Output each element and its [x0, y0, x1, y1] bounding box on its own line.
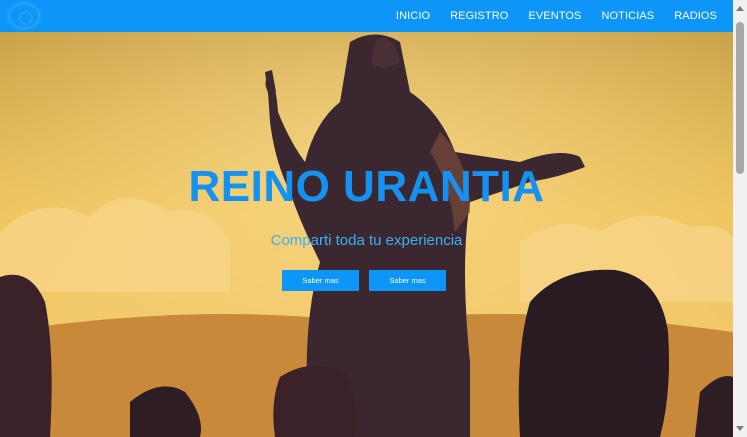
- scroll-down-icon[interactable]: [736, 426, 744, 431]
- hero-title: REINO URANTIA: [188, 162, 545, 211]
- nav-inicio[interactable]: INICIO: [396, 10, 430, 22]
- hero-section: REINO URANTIA Comparti toda tu experienc…: [0, 32, 733, 437]
- main-nav: INICIO REGISTRO EVENTOS NOTICIAS RADIOS: [376, 0, 717, 32]
- top-navbar: INICIO REGISTRO EVENTOS NOTICIAS RADIOS: [0, 0, 733, 32]
- saber-mas-button-1[interactable]: Saber mas: [282, 270, 359, 291]
- scrollbar[interactable]: [733, 0, 747, 437]
- hero-buttons: Saber mas Saber mas: [282, 270, 446, 291]
- nav-registro[interactable]: REGISTRO: [450, 10, 508, 22]
- logo-icon[interactable]: [7, 2, 41, 30]
- nav-radios[interactable]: RADIOS: [674, 10, 717, 22]
- saber-mas-button-2[interactable]: Saber mas: [369, 270, 446, 291]
- scrollbar-thumb[interactable]: [736, 22, 744, 174]
- scroll-up-icon[interactable]: [736, 6, 744, 11]
- nav-eventos[interactable]: EVENTOS: [528, 10, 581, 22]
- nav-noticias[interactable]: NOTICIAS: [601, 10, 654, 22]
- hero-subtitle: Comparti toda tu experiencia: [270, 232, 463, 249]
